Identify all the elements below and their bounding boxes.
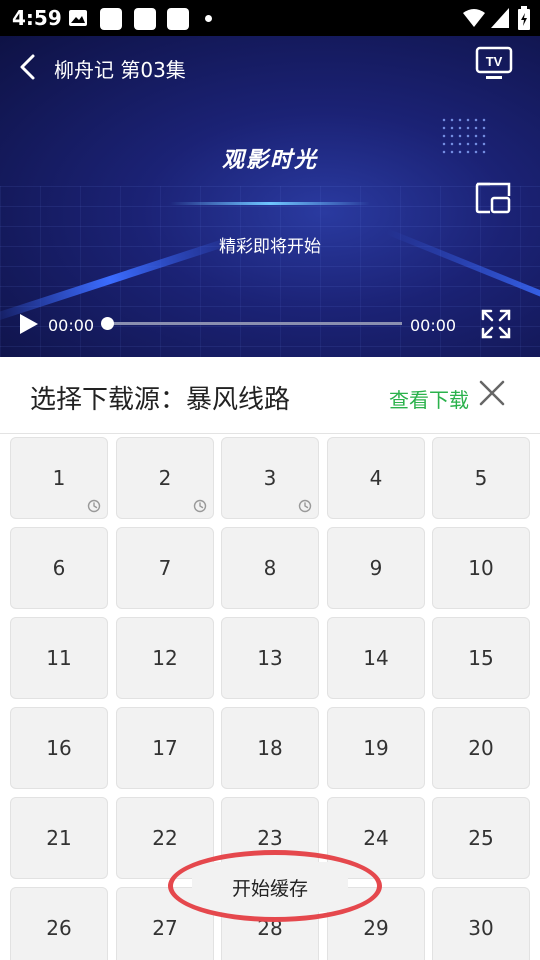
download-source-title: 选择下载源：暴风线路 [30, 385, 291, 415]
image-notification-icon [69, 10, 87, 26]
episode-number: 20 [468, 736, 494, 760]
episode-number: 21 [46, 826, 72, 850]
play-icon[interactable] [16, 312, 40, 336]
loading-message: 精彩即将开始 [219, 237, 321, 257]
picture-in-picture-icon[interactable] [474, 180, 514, 216]
episode-number: 26 [46, 916, 72, 940]
episode-number: 4 [369, 466, 383, 490]
episode-number: 17 [152, 736, 178, 760]
episode-number: 7 [158, 556, 172, 580]
episode-item[interactable]: 12 [116, 617, 214, 699]
clock-icon [87, 498, 101, 513]
total-time: 00:00 [410, 316, 457, 335]
episode-number: 10 [468, 556, 494, 580]
start-cache-button[interactable]: 开始缓存 [192, 862, 348, 912]
clock-icon [298, 498, 312, 513]
episode-item[interactable]: 1 [10, 437, 108, 519]
video-logo-text: 观影时光 [221, 148, 318, 173]
view-downloads-link[interactable]: 查看下载 [389, 384, 469, 413]
logo-glow-line [170, 202, 370, 205]
episode-number: 13 [257, 646, 283, 670]
episode-item[interactable]: 10 [432, 527, 530, 609]
episode-number: 12 [152, 646, 178, 670]
episode-item[interactable]: 11 [10, 617, 108, 699]
episode-item[interactable]: 13 [221, 617, 319, 699]
episode-item[interactable]: 25 [432, 797, 530, 879]
episode-number: 15 [468, 646, 494, 670]
close-icon[interactable] [478, 379, 506, 407]
app-notification-icon [100, 8, 122, 30]
episode-number: 19 [363, 736, 389, 760]
wifi-icon [463, 9, 485, 27]
episode-item[interactable]: 5 [432, 437, 530, 519]
episode-item[interactable]: 21 [10, 797, 108, 879]
episode-item[interactable]: 16 [10, 707, 108, 789]
episode-item[interactable]: 3 [221, 437, 319, 519]
episode-item[interactable]: 19 [327, 707, 425, 789]
episode-item[interactable]: 30 [432, 887, 530, 960]
episode-item[interactable]: 14 [327, 617, 425, 699]
tv-cast-icon[interactable]: TV [474, 44, 514, 84]
episode-number: 8 [263, 556, 277, 580]
status-bar: 4:59 [0, 0, 540, 36]
svg-text:TV: TV [486, 54, 503, 69]
cell-signal-icon [491, 8, 509, 28]
episode-item[interactable]: 15 [432, 617, 530, 699]
episode-number: 9 [369, 556, 383, 580]
episode-number: 6 [52, 556, 66, 580]
episode-item[interactable]: 26 [10, 887, 108, 960]
app-notification-icon [167, 8, 189, 30]
episode-item[interactable]: 2 [116, 437, 214, 519]
episode-item[interactable]: 9 [327, 527, 425, 609]
episode-item[interactable]: 18 [221, 707, 319, 789]
episode-item[interactable]: 20 [432, 707, 530, 789]
progress-knob[interactable] [101, 317, 114, 330]
episode-number: 16 [46, 736, 72, 760]
episode-number: 14 [363, 646, 389, 670]
video-player[interactable]: 柳舟记 第03集 TV 观影时光 精彩即将开始 00:00 00:00 [0, 36, 540, 357]
current-time: 00:00 [48, 316, 95, 335]
battery-charging-icon [518, 6, 530, 30]
video-title: 柳舟记 第03集 [54, 58, 186, 82]
episode-number: 30 [468, 916, 494, 940]
episode-number: 25 [468, 826, 494, 850]
status-time: 4:59 [12, 6, 62, 30]
episode-item[interactable]: 8 [221, 527, 319, 609]
clock-icon [193, 498, 207, 513]
episode-number: 5 [474, 466, 488, 490]
episode-item[interactable]: 7 [116, 527, 214, 609]
episode-item[interactable]: 6 [10, 527, 108, 609]
progress-bar[interactable] [108, 322, 402, 325]
back-icon[interactable] [14, 52, 44, 82]
episode-item[interactable]: 4 [327, 437, 425, 519]
download-panel-header: 选择下载源：暴风线路 查看下载 [0, 357, 540, 434]
more-notifications-dot-icon [205, 15, 212, 22]
episode-number: 11 [46, 646, 72, 670]
app-notification-icon [134, 8, 156, 30]
episode-item[interactable]: 17 [116, 707, 214, 789]
fullscreen-icon[interactable] [480, 308, 512, 340]
episode-number: 18 [257, 736, 283, 760]
